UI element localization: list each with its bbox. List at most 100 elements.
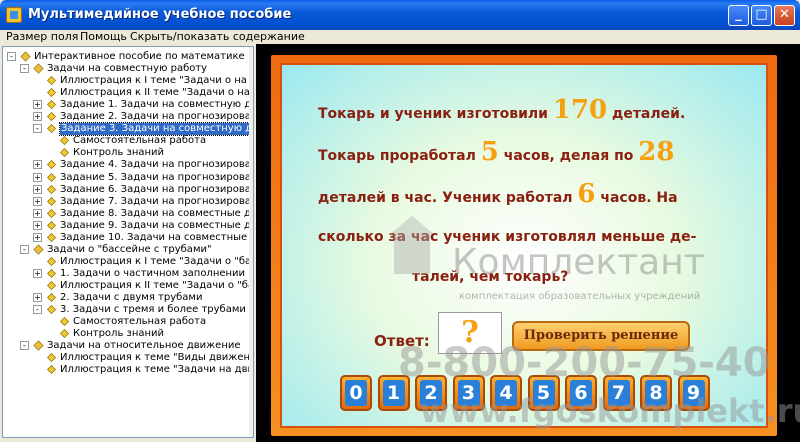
lesson-frame: Токарь и ученик изготовили 170 деталей. … <box>271 55 777 436</box>
title-bar: Мультимедийное учебное пособие _ □ ✕ <box>0 0 800 30</box>
digit-label: 8 <box>645 380 667 406</box>
tree-item-label: Задание 8. Задачи на совместные де <box>60 207 254 219</box>
expand-icon[interactable]: + <box>33 208 42 218</box>
task-text: деталей. <box>612 106 686 122</box>
tree-item-label: Задание 6. Задачи на прогнозирован <box>60 183 254 195</box>
tree-item-label: 3. Задачи с тремя и более трубами <box>60 304 246 316</box>
digit-button-0[interactable]: 0 <box>340 375 372 411</box>
digit-label: 7 <box>607 380 630 406</box>
collapse-icon[interactable]: - <box>20 244 29 254</box>
minimize-button[interactable]: _ <box>728 5 749 26</box>
digit-label: 1 <box>382 380 405 406</box>
tree-scrollbar[interactable] <box>249 47 253 437</box>
task-text: деталей в час. Ученик работал <box>318 190 573 206</box>
tree-item-label: Задание 1. Задачи на совместную де <box>60 99 254 111</box>
digit-label: 9 <box>682 380 705 406</box>
collapse-icon[interactable]: - <box>20 64 29 74</box>
page-icon <box>47 196 56 206</box>
maximize-button[interactable]: □ <box>751 5 772 26</box>
open-book-icon <box>47 124 56 134</box>
page-icon <box>47 256 56 266</box>
tree-item-label: 1. Задачи о частичном заполнении и <box>60 267 254 279</box>
page-icon <box>60 136 69 146</box>
menu-bar: Размер поля Помощь Скрыть/показать содер… <box>0 30 800 44</box>
tree-item-label: 2. Задачи с двумя трубами <box>60 292 203 303</box>
task-text: Токарь и ученик изготовили <box>318 106 548 122</box>
digit-button-8[interactable]: 8 <box>640 375 672 411</box>
expand-icon[interactable]: + <box>33 112 42 122</box>
expand-icon[interactable]: + <box>33 293 42 302</box>
page-icon <box>47 112 56 122</box>
digit-button-4[interactable]: 4 <box>490 375 522 411</box>
tree-item-label: Иллюстрация к I теме "Задачи о "бас <box>60 255 254 267</box>
tree-item-label: Иллюстрация к I теме "Задачи о на со <box>60 75 254 87</box>
lesson-board: Токарь и ученик изготовили 170 деталей. … <box>280 63 768 428</box>
page-icon <box>47 293 56 302</box>
tree-item-label: Задание 10. Задачи на совместные д <box>60 231 254 243</box>
answer-label: Ответ: <box>374 332 430 350</box>
page-icon <box>47 268 56 278</box>
page-icon <box>47 365 56 375</box>
tree-item-label: Задание 4. Задачи на прогнозирован <box>60 159 254 171</box>
digit-button-5[interactable]: 5 <box>527 375 560 411</box>
lesson-pane: Токарь и ученик изготовили 170 деталей. … <box>256 44 800 442</box>
page-icon <box>47 172 56 182</box>
tree-item-label: Задачи на относительное движение <box>47 340 241 352</box>
task-line-2: Токарь проработал 5 часов, делая по 28 <box>318 137 738 167</box>
folder-icon <box>33 340 44 351</box>
digit-label: 4 <box>495 380 517 406</box>
tree-item-label: Задание 9. Задачи на совместные де <box>60 219 254 231</box>
task-text: часов, делая по <box>503 148 634 164</box>
menu-item-field-size[interactable]: Размер поля <box>6 30 78 43</box>
contents-tree[interactable]: - Интерактивное пособие по математике - Зад… <box>2 46 254 438</box>
tree-item-label: Иллюстрация к теме "Виды движения <box>60 352 254 364</box>
task-line-1: Токарь и ученик изготовили 170 деталей. <box>318 95 738 125</box>
folder-icon <box>33 63 44 74</box>
expand-icon[interactable]: + <box>33 232 42 242</box>
task-number: 170 <box>552 95 608 125</box>
digit-button-6[interactable]: 6 <box>565 375 597 411</box>
digit-label: 0 <box>345 380 367 406</box>
expand-icon[interactable]: + <box>33 196 42 206</box>
page-icon <box>47 100 56 110</box>
folder-icon <box>33 244 44 255</box>
tree-item-label: Иллюстрация к теме "Задачи на дви <box>60 364 254 376</box>
expand-icon[interactable]: + <box>33 268 42 278</box>
digit-button-9[interactable]: 9 <box>677 375 710 411</box>
tree-item-label: Иллюстрация к II теме "Задачи о "бас <box>60 279 254 291</box>
check-solution-button[interactable]: Проверить решение <box>512 321 690 351</box>
page-icon <box>47 353 56 363</box>
expand-icon[interactable]: + <box>33 160 42 170</box>
menu-item-toggle-contents[interactable]: Скрыть/показать содержание <box>130 30 305 43</box>
task-text: часов. На <box>600 190 678 206</box>
page-icon <box>47 160 56 170</box>
tree-item-label: Задачи на совместную работу <box>47 63 208 75</box>
folder-icon <box>20 51 31 62</box>
expand-icon[interactable]: + <box>33 172 42 182</box>
digit-button-1[interactable]: 1 <box>377 375 410 411</box>
task-line-3: деталей в час. Ученик работал 6 часов. Н… <box>318 179 738 209</box>
expand-icon[interactable]: + <box>33 220 42 230</box>
menu-item-help[interactable]: Помощь <box>80 30 127 43</box>
digit-button-3[interactable]: 3 <box>452 375 485 411</box>
task-number: 5 <box>480 137 499 167</box>
expand-icon[interactable]: + <box>33 100 42 110</box>
collapse-icon[interactable]: - <box>33 305 42 315</box>
answer-field[interactable]: ? <box>438 312 502 354</box>
expand-icon[interactable]: + <box>33 184 42 194</box>
app-icon <box>6 7 22 23</box>
digit-button-7[interactable]: 7 <box>602 375 635 411</box>
task-number: 28 <box>638 137 675 167</box>
page-icon <box>47 184 56 194</box>
page-icon <box>47 220 56 230</box>
tree-item-label: Задание 7. Задачи на прогнозирован <box>60 195 254 207</box>
page-icon <box>60 329 69 339</box>
collapse-icon[interactable]: - <box>33 124 42 134</box>
digit-button-2[interactable]: 2 <box>415 375 447 411</box>
tree-item-label: Задачи о "бассейне с трубами" <box>47 243 212 255</box>
close-button[interactable]: ✕ <box>774 5 795 26</box>
page-icon <box>47 280 56 290</box>
collapse-icon[interactable]: - <box>20 341 29 351</box>
collapse-icon[interactable]: - <box>7 52 16 61</box>
page-icon <box>60 317 69 327</box>
